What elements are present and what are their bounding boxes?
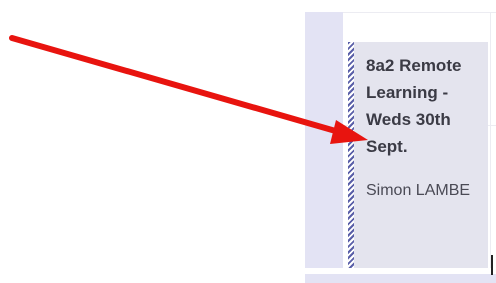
grid-line <box>343 12 496 13</box>
arrow-shaft <box>9 35 349 137</box>
next-event-edge[interactable] <box>305 274 496 283</box>
event-organizer: Simon LAMBE <box>366 182 471 199</box>
event-title: 8a2 Remote Learning - Weds 30th Sept. <box>366 56 462 156</box>
calendar-event[interactable]: 8a2 Remote Learning - Weds 30th Sept. Si… <box>348 42 488 268</box>
calendar-view: 8a2 Remote Learning - Weds 30th Sept. Si… <box>0 0 496 283</box>
tentative-status-stripe <box>348 42 354 268</box>
text-cursor <box>491 255 493 275</box>
day-column-strip <box>305 12 343 268</box>
grid-line <box>490 12 491 268</box>
